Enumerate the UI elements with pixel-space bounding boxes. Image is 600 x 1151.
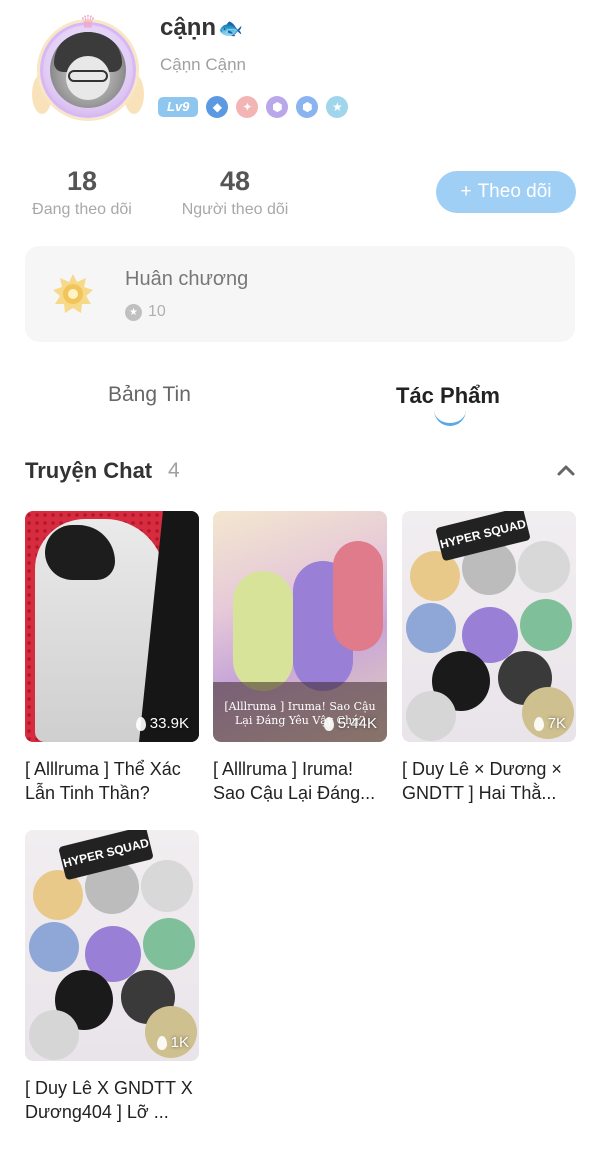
story-card[interactable]: HYPER SQUAD 1K [ Duy Lê X GNDTT X Dương4… bbox=[25, 830, 199, 1124]
tab-feed[interactable]: Bảng Tin bbox=[108, 383, 191, 407]
hex-badge-blue-icon[interactable]: ⬢ bbox=[296, 96, 319, 118]
chevron-up-icon[interactable] bbox=[556, 460, 576, 480]
active-tab-indicator bbox=[434, 410, 466, 426]
view-count-value: 1K bbox=[170, 1034, 189, 1051]
followers-stat[interactable]: 48 Người theo dõi bbox=[174, 166, 296, 219]
view-count: 33.9K bbox=[135, 715, 189, 732]
follow-button-label: Theo dõi bbox=[477, 181, 552, 202]
following-label: Đang theo dõi bbox=[32, 201, 132, 218]
view-count-value: 7K bbox=[547, 715, 566, 732]
crown-icon: ♛ bbox=[79, 12, 97, 32]
story-cover[interactable]: HYPER SQUAD 1K bbox=[25, 830, 199, 1061]
story-cover[interactable]: HYPER SQUAD 7K bbox=[402, 511, 576, 742]
plus-icon: + bbox=[460, 181, 472, 202]
avatar-image bbox=[50, 32, 126, 108]
profile-name: cậṇn 🐟 bbox=[160, 14, 243, 42]
profile-avatar[interactable]: ♛ bbox=[32, 12, 144, 126]
shield-badge-icon[interactable]: ✦ bbox=[236, 96, 259, 118]
star-badge-icon[interactable]: ★ bbox=[326, 96, 349, 118]
profile-name-text: cậṇn bbox=[160, 14, 217, 41]
medal-title: Huân chương bbox=[125, 268, 249, 290]
hex-badge-purple-icon[interactable]: ⬢ bbox=[266, 96, 289, 118]
story-cover[interactable]: [Alllruma ] Iruma! Sao Cậu Lại Đáng Yêu … bbox=[213, 511, 387, 742]
level-badge[interactable]: Lv9 bbox=[158, 97, 199, 117]
following-stat[interactable]: 18 Đang theo dõi bbox=[24, 166, 140, 219]
medal-card[interactable]: Huân chương ★ 10 bbox=[25, 246, 575, 342]
story-title[interactable]: [ Alllruma ] Thể Xác Lẫn Tinh Thần? bbox=[25, 757, 199, 805]
star-coin-icon: ★ bbox=[125, 303, 142, 321]
story-card[interactable]: 33.9K [ Alllruma ] Thể Xác Lẫn Tinh Thần… bbox=[25, 511, 199, 805]
following-count: 18 bbox=[66, 166, 98, 196]
badge-row: Lv9 ◆ ✦ ⬢ ⬢ ★ bbox=[158, 96, 349, 118]
story-card[interactable]: [Alllruma ] Iruma! Sao Cậu Lại Đáng Yêu … bbox=[213, 511, 387, 805]
medal-count-value: 10 bbox=[148, 303, 166, 320]
view-count-value: 33.9K bbox=[149, 715, 189, 732]
tab-works[interactable]: Tác Phẩm bbox=[396, 383, 500, 409]
story-title[interactable]: [ Duy Lê × Dương × GNDTT ] Hai Thằ... bbox=[402, 757, 576, 805]
story-card[interactable]: HYPER SQUAD 7K [ Duy Lê × Dương × GNDTT … bbox=[402, 511, 576, 805]
flame-icon bbox=[156, 1035, 167, 1050]
followers-count: 48 bbox=[219, 166, 251, 196]
medal-icon bbox=[53, 274, 93, 313]
view-count: 7K bbox=[533, 715, 566, 732]
followers-label: Người theo dõi bbox=[181, 201, 289, 218]
medal-count: ★ 10 bbox=[125, 303, 166, 321]
section-count: 4 bbox=[168, 459, 180, 482]
profile-handle: Cậṇn Cậṇn bbox=[160, 55, 247, 74]
story-title[interactable]: [ Alllruma ] Iruma! Sao Cậu Lại Đáng... bbox=[213, 757, 387, 805]
flame-icon bbox=[323, 716, 334, 731]
flame-icon bbox=[135, 716, 146, 731]
view-count: 1K bbox=[156, 1034, 189, 1051]
flame-icon bbox=[533, 716, 544, 731]
fish-icon: 🐟 bbox=[218, 18, 243, 40]
story-cover[interactable]: 33.9K bbox=[25, 511, 199, 742]
diamond-badge-icon[interactable]: ◆ bbox=[206, 96, 229, 118]
view-count-value: 5.44K bbox=[337, 715, 377, 732]
follow-button[interactable]: + Theo dõi bbox=[436, 171, 576, 213]
story-title[interactable]: [ Duy Lê X GNDTT X Dương404 ] Lỡ ... bbox=[25, 1076, 199, 1124]
view-count: 5.44K bbox=[323, 715, 377, 732]
section-title: Truyện Chat bbox=[25, 458, 153, 483]
